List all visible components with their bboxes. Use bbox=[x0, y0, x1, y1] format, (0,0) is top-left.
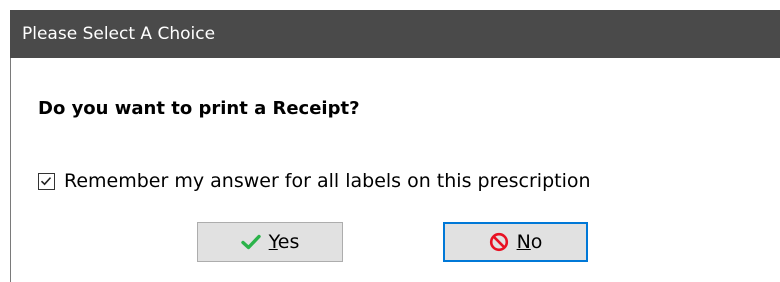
no-label-rest: o bbox=[530, 231, 543, 253]
yes-mnemonic: Y bbox=[268, 231, 278, 253]
yes-button[interactable]: Yes bbox=[197, 222, 343, 262]
remember-answer-label: Remember my answer for all labels on thi… bbox=[64, 170, 591, 192]
yes-button-label: Yes bbox=[269, 231, 300, 253]
checkmark-icon bbox=[240, 234, 261, 250]
title-bar[interactable]: Please Select A Choice bbox=[10, 10, 780, 58]
yes-label-rest: es bbox=[277, 231, 300, 253]
no-button[interactable]: No bbox=[443, 222, 588, 262]
no-entry-icon bbox=[489, 232, 509, 252]
dialog-window: Please Select A Choice Do you want to pr… bbox=[10, 10, 780, 282]
no-mnemonic: N bbox=[516, 231, 531, 253]
remember-answer-checkbox[interactable]: Remember my answer for all labels on thi… bbox=[38, 169, 591, 193]
checkbox-checked-icon[interactable] bbox=[38, 172, 55, 190]
window-title: Please Select A Choice bbox=[22, 24, 216, 44]
no-button-label: No bbox=[517, 231, 543, 253]
prompt-question: Do you want to print a Receipt? bbox=[38, 98, 360, 119]
